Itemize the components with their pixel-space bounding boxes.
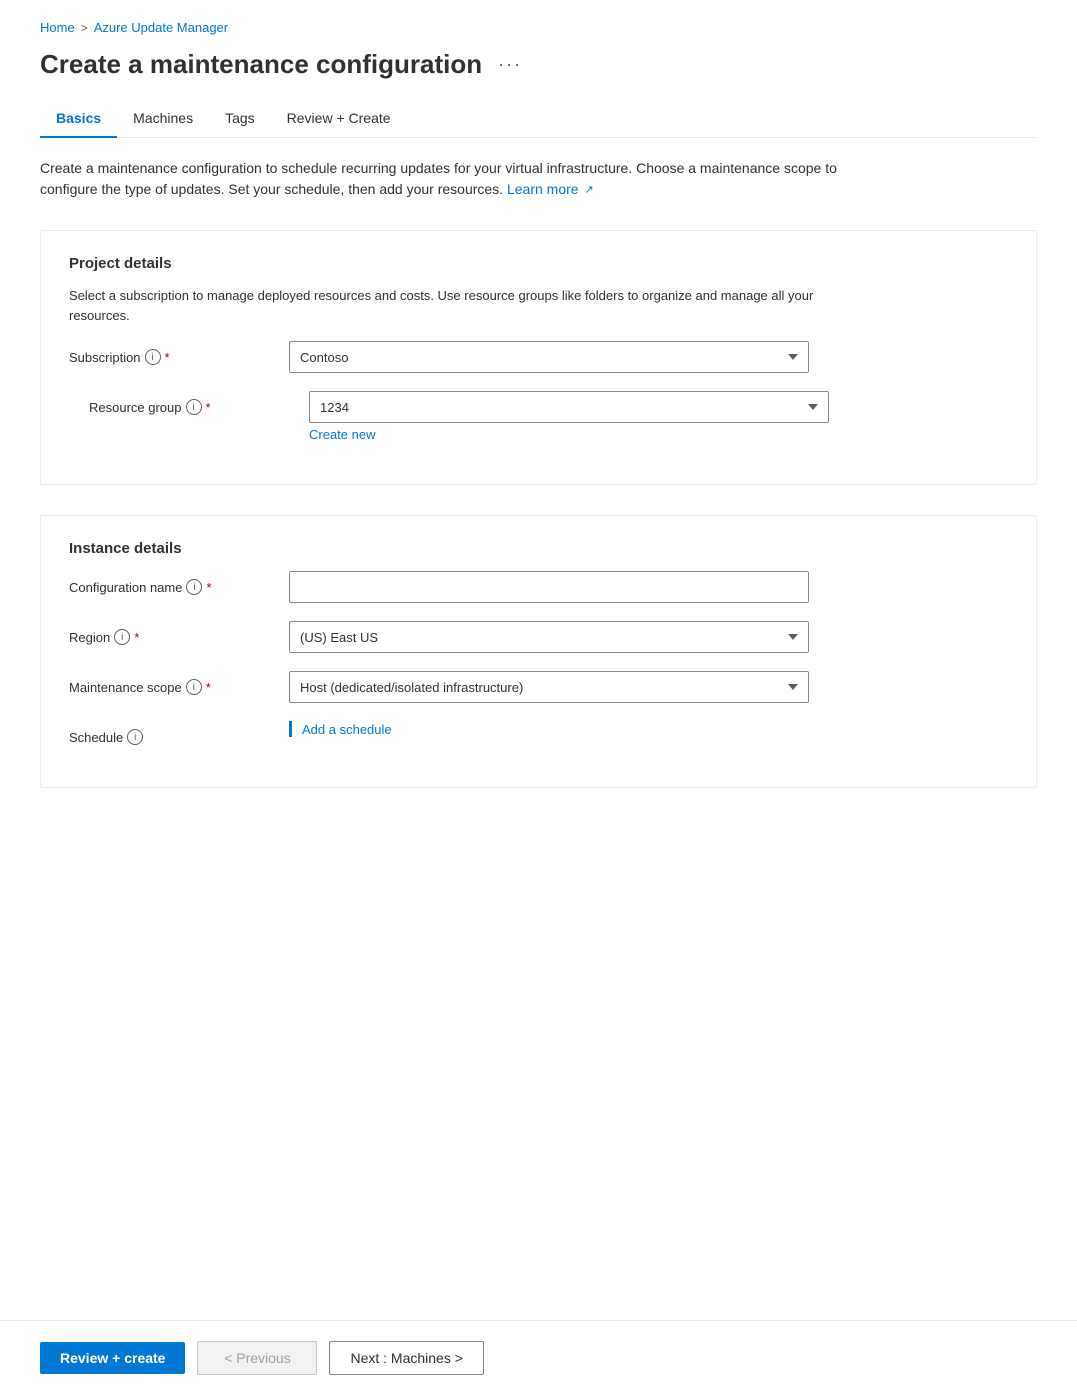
instance-details-heading: Instance details (69, 540, 1008, 557)
resource-group-control: 1234 Create new (309, 391, 829, 442)
schedule-row: Schedule i Add a schedule (69, 721, 1008, 745)
region-info-icon[interactable]: i (114, 629, 130, 645)
instance-details-section: Instance details Configuration name i * … (40, 515, 1037, 788)
breadcrumb-parent[interactable]: Azure Update Manager (94, 20, 228, 35)
tab-tags[interactable]: Tags (209, 100, 271, 138)
schedule-control: Add a schedule (289, 721, 809, 737)
project-details-section: Project details Select a subscription to… (40, 230, 1037, 485)
region-select[interactable]: (US) East US (289, 621, 809, 653)
tab-bar: Basics Machines Tags Review + Create (40, 100, 1037, 138)
tab-basics[interactable]: Basics (40, 100, 117, 138)
add-schedule-link[interactable]: Add a schedule (302, 722, 392, 737)
subscription-info-icon[interactable]: i (145, 349, 161, 365)
config-name-row: Configuration name i * (69, 571, 1008, 603)
maintenance-scope-control: Host (dedicated/isolated infrastructure) (289, 671, 809, 703)
maintenance-scope-row: Maintenance scope i * Host (dedicated/is… (69, 671, 1008, 703)
breadcrumb: Home > Azure Update Manager (40, 20, 1037, 35)
resource-group-info-icon[interactable]: i (186, 399, 202, 415)
resource-group-label: Resource group i * (89, 391, 309, 415)
subscription-row: Subscription i * Contoso (69, 341, 1008, 373)
project-details-description: Select a subscription to manage deployed… (69, 286, 849, 325)
schedule-info-icon[interactable]: i (127, 729, 143, 745)
footer: Review + create < Previous Next : Machin… (0, 1320, 1077, 1395)
config-name-input[interactable] (289, 571, 809, 603)
project-details-heading: Project details (69, 255, 1008, 272)
breadcrumb-separator: > (81, 21, 88, 35)
previous-button: < Previous (197, 1341, 317, 1375)
review-create-button[interactable]: Review + create (40, 1342, 185, 1374)
page-title: Create a maintenance configuration (40, 49, 482, 80)
config-name-label: Configuration name i * (69, 571, 289, 595)
subscription-label: Subscription i * (69, 341, 289, 365)
resource-group-select[interactable]: 1234 (309, 391, 829, 423)
maintenance-scope-select[interactable]: Host (dedicated/isolated infrastructure) (289, 671, 809, 703)
subscription-select[interactable]: Contoso (289, 341, 809, 373)
tab-review-create[interactable]: Review + Create (271, 100, 407, 138)
schedule-label: Schedule i (69, 721, 289, 745)
breadcrumb-home[interactable]: Home (40, 20, 75, 35)
config-name-info-icon[interactable]: i (186, 579, 202, 595)
ellipsis-menu-button[interactable]: ··· (492, 52, 528, 77)
resource-group-row: Resource group i * 1234 Create new (69, 391, 1008, 442)
page-description: Create a maintenance configuration to sc… (40, 158, 860, 200)
region-label: Region i * (69, 621, 289, 645)
maintenance-scope-label: Maintenance scope i * (69, 671, 289, 695)
config-name-control (289, 571, 809, 603)
external-link-icon: ↗ (584, 182, 593, 199)
tab-machines[interactable]: Machines (117, 100, 209, 138)
create-new-link[interactable]: Create new (309, 427, 375, 442)
maintenance-scope-info-icon[interactable]: i (186, 679, 202, 695)
region-row: Region i * (US) East US (69, 621, 1008, 653)
region-control: (US) East US (289, 621, 809, 653)
subscription-control: Contoso (289, 341, 809, 373)
learn-more-link[interactable]: Learn more ↗ (507, 181, 594, 197)
next-button[interactable]: Next : Machines > (329, 1341, 483, 1375)
